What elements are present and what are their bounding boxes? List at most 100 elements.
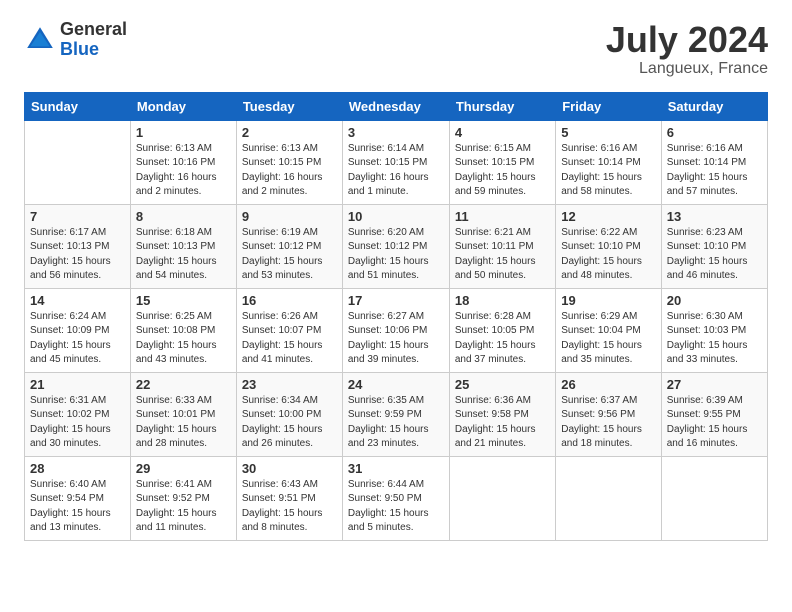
day-number: 2 [242, 125, 337, 140]
calendar-cell: 13 Sunrise: 6:23 AM Sunset: 10:10 PM Dayl… [661, 204, 767, 288]
day-number: 23 [242, 377, 337, 392]
day-number: 25 [455, 377, 550, 392]
day-info: Sunrise: 6:26 AM Sunset: 10:07 PM Daylig… [242, 310, 337, 368]
day-info: Sunrise: 6:24 AM Sunset: 10:09 PM Daylig… [30, 310, 125, 368]
day-info: Sunrise: 6:17 AM Sunset: 10:13 PM Daylig… [30, 226, 125, 284]
day-info: Sunrise: 6:13 AM Sunset: 10:16 PM Daylig… [136, 142, 231, 200]
calendar-cell: 5 Sunrise: 6:16 AM Sunset: 10:14 PM Dayli… [556, 120, 662, 204]
day-info: Sunrise: 6:23 AM Sunset: 10:10 PM Daylig… [667, 226, 762, 284]
calendar-cell: 8Sunrise: 6:18 AM Sunset: 10:13 PM Dayli… [130, 204, 236, 288]
calendar-cell: 26Sunrise: 6:37 AM Sunset: 9:56 PM Dayli… [556, 372, 662, 456]
day-info: Sunrise: 6:29 AM Sunset: 10:04 PM Daylig… [561, 310, 656, 368]
calendar-cell: 3 Sunrise: 6:14 AM Sunset: 10:15 PM Dayli… [342, 120, 449, 204]
day-info: Sunrise: 6:15 AM Sunset: 10:15 PM Daylig… [455, 142, 550, 200]
calendar-cell: 21 Sunrise: 6:31 AM Sunset: 10:02 PM Dayl… [25, 372, 131, 456]
calendar-cell: 2 Sunrise: 6:13 AM Sunset: 10:15 PM Dayli… [236, 120, 342, 204]
day-info: Sunrise: 6:34 AM Sunset: 10:00 PM Daylig… [242, 394, 337, 452]
day-number: 6 [667, 125, 762, 140]
calendar-week-row: 28Sunrise: 6:40 AM Sunset: 9:54 PM Dayli… [25, 456, 768, 540]
calendar-cell: 28Sunrise: 6:40 AM Sunset: 9:54 PM Dayli… [25, 456, 131, 540]
day-number: 10 [348, 209, 444, 224]
calendar-cell: 6 Sunrise: 6:16 AM Sunset: 10:14 PM Dayli… [661, 120, 767, 204]
day-info: Sunrise: 6:21 AM Sunset: 10:11 PM Daylig… [455, 226, 550, 284]
day-number: 18 [455, 293, 550, 308]
day-number: 24 [348, 377, 444, 392]
day-info: Sunrise: 6:16 AM Sunset: 10:14 PM Daylig… [561, 142, 656, 200]
day-info: Sunrise: 6:25 AM Sunset: 10:08 PM Daylig… [136, 310, 231, 368]
day-number: 3 [348, 125, 444, 140]
calendar-cell: 4 Sunrise: 6:15 AM Sunset: 10:15 PM Dayli… [449, 120, 555, 204]
calendar-cell: 18 Sunrise: 6:28 AM Sunset: 10:05 PM Dayl… [449, 288, 555, 372]
day-number: 22 [136, 377, 231, 392]
logo: General Blue [24, 20, 127, 60]
title-block: July 2024 Langueux, France [606, 20, 768, 78]
col-wednesday: Wednesday [342, 92, 449, 120]
day-number: 29 [136, 461, 231, 476]
calendar-table: Sunday Monday Tuesday Wednesday Thursday… [24, 92, 768, 541]
calendar-cell: 17 Sunrise: 6:27 AM Sunset: 10:06 PM Dayl… [342, 288, 449, 372]
calendar-cell: 23 Sunrise: 6:34 AM Sunset: 10:00 PM Dayl… [236, 372, 342, 456]
col-monday: Monday [130, 92, 236, 120]
calendar-week-row: 21 Sunrise: 6:31 AM Sunset: 10:02 PM Dayl… [25, 372, 768, 456]
day-info: Sunrise: 6:28 AM Sunset: 10:05 PM Daylig… [455, 310, 550, 368]
calendar-cell: 16 Sunrise: 6:26 AM Sunset: 10:07 PM Dayl… [236, 288, 342, 372]
day-info: Sunrise: 6:20 AM Sunset: 10:12 PM Daylig… [348, 226, 444, 284]
day-number: 4 [455, 125, 550, 140]
calendar-cell: 22 Sunrise: 6:33 AM Sunset: 10:01 PM Dayl… [130, 372, 236, 456]
day-info: Sunrise: 6:31 AM Sunset: 10:02 PM Daylig… [30, 394, 125, 452]
day-info: Sunrise: 6:19 AM Sunset: 10:12 PM Daylig… [242, 226, 337, 284]
logo-blue: Blue [60, 40, 127, 60]
col-friday: Friday [556, 92, 662, 120]
header: General Blue July 2024 Langueux, France [24, 20, 768, 78]
day-info: Sunrise: 6:16 AM Sunset: 10:14 PM Daylig… [667, 142, 762, 200]
calendar-cell: 27 Sunrise: 6:39 AM Sunset: 9:55 PM Dayli… [661, 372, 767, 456]
calendar-cell: 14 Sunrise: 6:24 AM Sunset: 10:09 PM Dayl… [25, 288, 131, 372]
day-number: 14 [30, 293, 125, 308]
day-info: Sunrise: 6:36 AM Sunset: 9:58 PM Dayligh… [455, 394, 550, 452]
day-number: 16 [242, 293, 337, 308]
day-number: 19 [561, 293, 656, 308]
day-info: Sunrise: 6:43 AM Sunset: 9:51 PM Dayligh… [242, 478, 337, 536]
col-saturday: Saturday [661, 92, 767, 120]
day-info: Sunrise: 6:14 AM Sunset: 10:15 PM Daylig… [348, 142, 444, 200]
calendar-week-row: 1 Sunrise: 6:13 AM Sunset: 10:16 PM Dayli… [25, 120, 768, 204]
calendar-cell: 15Sunrise: 6:25 AM Sunset: 10:08 PM Dayl… [130, 288, 236, 372]
day-number: 13 [667, 209, 762, 224]
calendar-week-row: 7 Sunrise: 6:17 AM Sunset: 10:13 PM Dayli… [25, 204, 768, 288]
day-info: Sunrise: 6:13 AM Sunset: 10:15 PM Daylig… [242, 142, 337, 200]
day-number: 21 [30, 377, 125, 392]
day-info: Sunrise: 6:39 AM Sunset: 9:55 PM Dayligh… [667, 394, 762, 452]
calendar-week-row: 14 Sunrise: 6:24 AM Sunset: 10:09 PM Dayl… [25, 288, 768, 372]
calendar-cell [661, 456, 767, 540]
page: General Blue July 2024 Langueux, France … [0, 0, 792, 557]
calendar-cell: 9Sunrise: 6:19 AM Sunset: 10:12 PM Dayli… [236, 204, 342, 288]
logo-general: General [60, 20, 127, 40]
day-info: Sunrise: 6:30 AM Sunset: 10:03 PM Daylig… [667, 310, 762, 368]
calendar-cell: 29Sunrise: 6:41 AM Sunset: 9:52 PM Dayli… [130, 456, 236, 540]
day-info: Sunrise: 6:33 AM Sunset: 10:01 PM Daylig… [136, 394, 231, 452]
day-number: 27 [667, 377, 762, 392]
calendar-cell: 10 Sunrise: 6:20 AM Sunset: 10:12 PM Dayl… [342, 204, 449, 288]
calendar-cell [556, 456, 662, 540]
calendar-cell: 7 Sunrise: 6:17 AM Sunset: 10:13 PM Dayli… [25, 204, 131, 288]
col-thursday: Thursday [449, 92, 555, 120]
day-number: 20 [667, 293, 762, 308]
calendar-cell: 11Sunrise: 6:21 AM Sunset: 10:11 PM Dayl… [449, 204, 555, 288]
calendar-cell: 31Sunrise: 6:44 AM Sunset: 9:50 PM Dayli… [342, 456, 449, 540]
col-tuesday: Tuesday [236, 92, 342, 120]
day-number: 30 [242, 461, 337, 476]
day-number: 17 [348, 293, 444, 308]
day-info: Sunrise: 6:27 AM Sunset: 10:06 PM Daylig… [348, 310, 444, 368]
day-number: 5 [561, 125, 656, 140]
col-sunday: Sunday [25, 92, 131, 120]
day-number: 1 [136, 125, 231, 140]
title-month: July 2024 [606, 20, 768, 60]
day-number: 31 [348, 461, 444, 476]
title-location: Langueux, France [606, 60, 768, 78]
logo-text: General Blue [60, 20, 127, 60]
day-number: 28 [30, 461, 125, 476]
calendar-cell: 30 Sunrise: 6:43 AM Sunset: 9:51 PM Dayli… [236, 456, 342, 540]
calendar-header-row: Sunday Monday Tuesday Wednesday Thursday… [25, 92, 768, 120]
day-number: 7 [30, 209, 125, 224]
day-number: 12 [561, 209, 656, 224]
